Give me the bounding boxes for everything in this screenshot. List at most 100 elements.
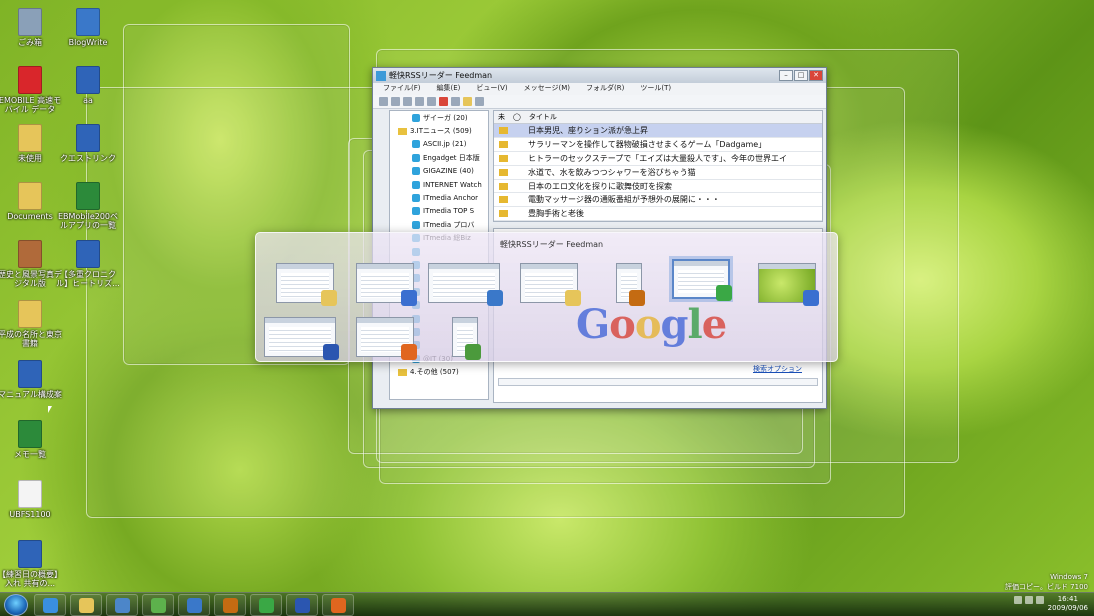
desktop-icon[interactable]: EBMobile200ベルアプリの一覧 xyxy=(56,182,120,230)
minimize-button[interactable]: – xyxy=(779,70,793,81)
tree-label: ITmedia TOP S xyxy=(423,207,475,216)
tree-feed[interactable]: GIGAZINE (40) xyxy=(390,165,488,178)
rss-feed-icon xyxy=(412,194,420,203)
close-button[interactable]: ✕ xyxy=(809,70,823,81)
tree-folder[interactable]: 3.ITニュース (509) xyxy=(390,124,488,137)
menu-item[interactable]: メッセージ(M) xyxy=(524,83,570,95)
article-row[interactable]: 日本のエロ文化を探りに歌舞伎町を探索 xyxy=(494,180,822,194)
google-logo-letter: e xyxy=(701,301,727,348)
switcher-thumbnail-explorer-window[interactable] xyxy=(276,263,337,306)
taskbar-button-blog-tool[interactable] xyxy=(286,594,318,616)
column-header[interactable]: 未 xyxy=(498,112,505,122)
switcher-thumbnail-screenshot-app[interactable] xyxy=(616,263,645,306)
tray-volume-icon[interactable] xyxy=(1036,596,1044,604)
horizontal-scrollbar[interactable] xyxy=(498,378,818,386)
toolbar xyxy=(373,95,826,109)
google-logo-letter: l xyxy=(687,301,703,348)
desktop-icon[interactable]: Documents xyxy=(0,182,62,221)
window-titlebar[interactable]: 軽快RSSリーダー Feedman – □ ✕ xyxy=(373,68,826,83)
article-list[interactable]: 未 ◯ タイトル 日本男児、座りション派が急上昇 サラリーマンを操作して器物破損させま… xyxy=(493,110,823,222)
article-row[interactable]: サラリーマンを操作して器物破損させまくるゲーム「Dadgame」 xyxy=(494,138,822,152)
tree-feed[interactable]: INTERNET Watch xyxy=(390,178,488,191)
desktop-icon[interactable]: EMOBILE 高速モバイル データ xyxy=(0,66,62,114)
switcher-thumbnail-ie-window[interactable] xyxy=(428,263,503,306)
unread-mail-icon xyxy=(499,168,508,176)
menu-item[interactable]: ツール(T) xyxy=(640,83,671,95)
taskbar-button-messenger[interactable] xyxy=(142,594,174,616)
desktop-icon[interactable]: 【多重クロニクル】ヒートリズ... xyxy=(56,240,120,288)
taskbar-button-settings[interactable] xyxy=(106,594,138,616)
taskbar-button-screenshot[interactable] xyxy=(214,594,246,616)
article-row[interactable]: 日本男児、座りション派が急上昇 xyxy=(494,124,822,138)
desktop-icon[interactable]: 未使用 xyxy=(0,124,62,163)
tray-network-icon[interactable] xyxy=(1025,596,1033,604)
desktop-icon[interactable]: メモ一覧 xyxy=(0,420,62,459)
tray-flag-icon[interactable] xyxy=(1014,596,1022,604)
delete-icon[interactable] xyxy=(439,97,448,106)
tree-feed[interactable]: ITmedia プロバ xyxy=(390,218,488,231)
switcher-thumbnail-blogwrite-window[interactable] xyxy=(264,317,339,360)
settings-icon[interactable] xyxy=(475,97,484,106)
rss-icon xyxy=(376,70,386,81)
back-icon[interactable] xyxy=(379,97,388,106)
switcher-thumbnail-desktop-preview[interactable] xyxy=(758,263,819,306)
rss-feed-icon xyxy=(412,140,420,149)
taskbar-button-firefox[interactable] xyxy=(322,594,354,616)
tree-label: GIGAZINE (40) xyxy=(423,167,474,176)
desktop-icon-label: 未使用 xyxy=(18,154,42,163)
thumbnail-titlebar xyxy=(521,264,577,269)
taskbar-button-feedman[interactable] xyxy=(250,594,282,616)
article-row[interactable]: 豊胸手術と老後 xyxy=(494,207,822,221)
rss-feed-icon xyxy=(412,207,420,216)
mark-read-icon[interactable] xyxy=(451,97,460,106)
tree-feed[interactable]: ITmedia Anchor xyxy=(390,191,488,204)
taskbar-button-blogwrite[interactable] xyxy=(178,594,210,616)
menu-item[interactable]: フォルダ(R) xyxy=(586,83,624,95)
tree-feed[interactable]: ITmedia TOP S xyxy=(390,205,488,218)
new-feed-icon[interactable] xyxy=(427,97,436,106)
menu-item[interactable]: ファイル(F) xyxy=(383,83,421,95)
desktop-icon[interactable]: クエストリンク xyxy=(56,124,120,163)
search-icon[interactable] xyxy=(403,97,412,106)
tree-folder[interactable]: 4.その他 (507) xyxy=(390,365,488,378)
desktop-icon-label: 平成の名所と東京書籍 xyxy=(0,330,62,348)
ie-icon xyxy=(42,597,58,613)
desktop-icon-label: aa xyxy=(83,96,93,105)
app-badge-icon xyxy=(565,290,581,306)
menu-item[interactable]: 編集(E) xyxy=(437,83,461,95)
desktop-icon[interactable]: UBFS1100 xyxy=(0,480,62,519)
column-header[interactable]: ◯ xyxy=(513,113,521,121)
desktop-icon[interactable]: 歴史と風景写真デジタル版 xyxy=(0,240,62,288)
desktop-icon[interactable]: BlogWrite xyxy=(56,8,120,47)
article-row[interactable]: ヒトラーのセックステープで「エイズは大量殺人です」、今年の世界エイ xyxy=(494,152,822,166)
desktop-icon[interactable]: aa xyxy=(56,66,120,105)
desktop-icon[interactable]: ごみ箱 xyxy=(0,8,62,47)
clock[interactable]: 16:41 2009/09/06 xyxy=(1048,595,1088,613)
menu-item[interactable]: ビュー(V) xyxy=(476,83,507,95)
maximize-button[interactable]: □ xyxy=(794,70,808,81)
switcher-thumbnail-feedman-window[interactable] xyxy=(672,259,732,301)
article-row[interactable]: 電動マッサージ器の通販番組が予想外の展開に・・・ xyxy=(494,193,822,208)
search-options-link[interactable]: 検索オプション xyxy=(753,364,802,374)
article-list-header: 未 ◯ タイトル xyxy=(494,111,822,124)
taskbar-button-ie[interactable] xyxy=(34,594,66,616)
refresh-icon[interactable] xyxy=(415,97,424,106)
folder-icon[interactable] xyxy=(463,97,472,106)
column-header[interactable]: タイトル xyxy=(529,112,557,122)
tree-feed[interactable]: Engadget 日本版 xyxy=(390,151,488,164)
start-button[interactable] xyxy=(4,594,28,616)
forward-icon[interactable] xyxy=(391,97,400,106)
switcher-thumbnail-folder-window[interactable] xyxy=(520,263,581,306)
taskbar-button-explorer[interactable] xyxy=(70,594,102,616)
google-logo-letter: G xyxy=(576,301,610,348)
switcher-thumbnail-messenger-window[interactable] xyxy=(452,317,481,360)
desktop-icon[interactable]: 平成の名所と東京書籍 xyxy=(0,300,62,348)
article-row[interactable]: 水道で、水を飲みつつシャワーを浴びちゃう猫 xyxy=(494,166,822,180)
tree-feed[interactable]: ザイーガ (20) xyxy=(390,111,488,124)
tree-feed[interactable]: ASCII.jp (21) xyxy=(390,138,488,151)
switcher-thumbnail-network-window[interactable] xyxy=(356,263,417,306)
thumbnail-titlebar xyxy=(357,318,413,323)
desktop-icon[interactable]: 【練習日の概要】入れ 共有の... xyxy=(0,540,62,588)
desktop-icon[interactable]: マニュアル構成案 xyxy=(0,360,62,399)
switcher-thumbnail-firefox-window[interactable] xyxy=(356,317,417,360)
